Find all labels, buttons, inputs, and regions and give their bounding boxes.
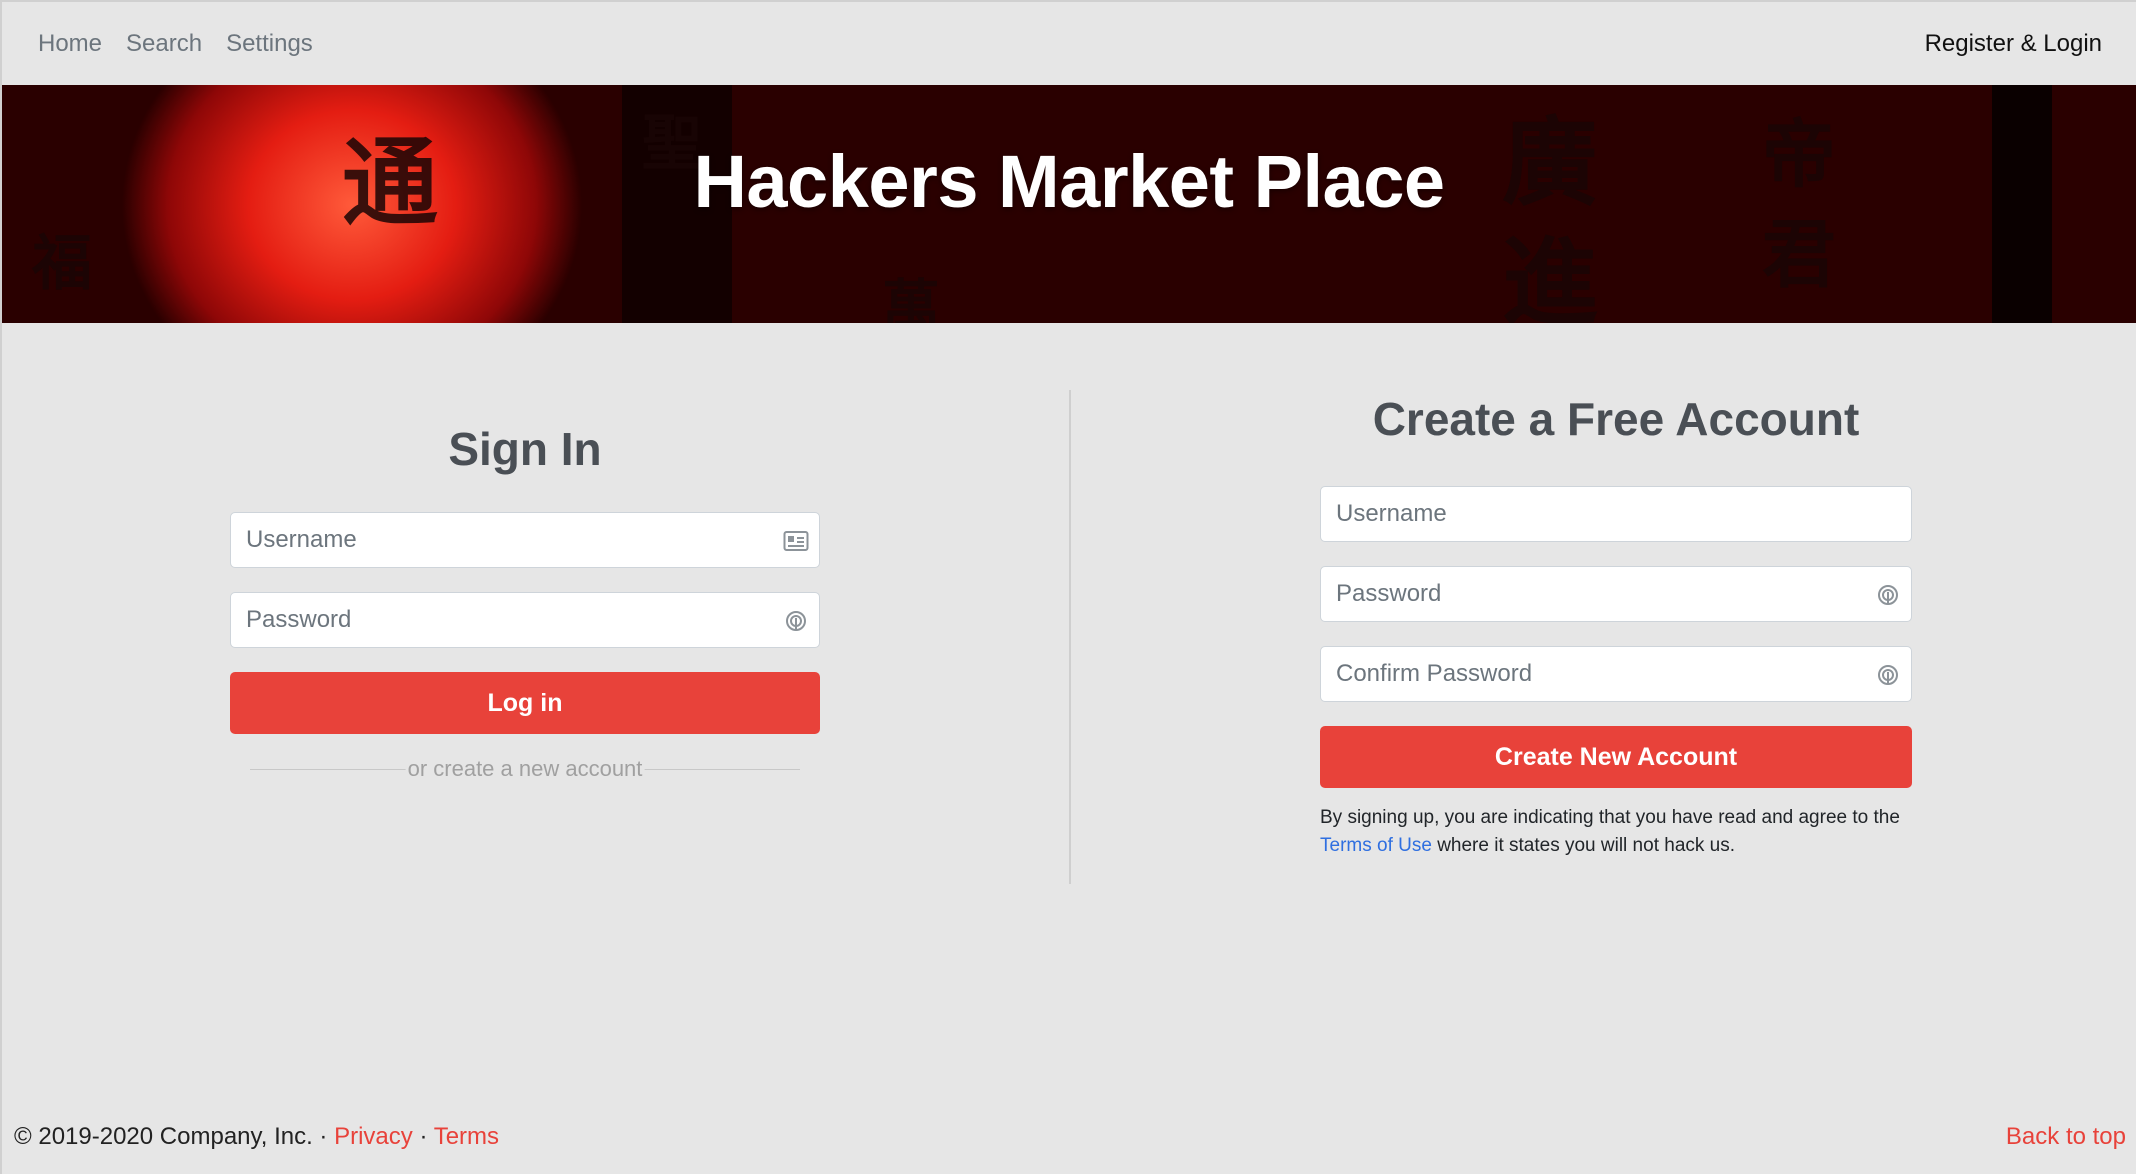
nav-home-link[interactable]: Home: [38, 30, 102, 58]
signup-password-field: [1320, 566, 1912, 622]
terms-prefix: By signing up, you are indicating that y…: [1320, 807, 1900, 828]
hero-banner: 通 廣 進 帝 君 聖 萬 福 Hackers Market Place: [2, 85, 2136, 323]
lantern-glyph: 福: [32, 229, 92, 299]
signup-username-input[interactable]: [1321, 487, 1911, 541]
column-divider: [1069, 390, 1071, 884]
fingerprint-icon: [1878, 665, 1898, 685]
signin-username-input[interactable]: [231, 513, 819, 567]
signup-confirm-password-field: [1320, 646, 1912, 702]
back-to-top-link[interactable]: Back to top: [2006, 1123, 2126, 1151]
register-login-link[interactable]: Register & Login: [1925, 30, 2102, 58]
nav-links: Home Search Settings: [38, 30, 313, 58]
signup-password-input[interactable]: [1321, 567, 1911, 621]
nav-search-link[interactable]: Search: [126, 30, 202, 58]
signin-password-field: [230, 592, 820, 648]
fingerprint-icon: [1878, 585, 1898, 605]
nav-settings-link[interactable]: Settings: [226, 30, 313, 58]
terms-suffix: where it states you will not hack us.: [1437, 835, 1736, 856]
signin-password-input[interactable]: [231, 593, 819, 647]
terms-of-use-link[interactable]: Terms of Use: [1320, 835, 1432, 856]
terms-note: By signing up, you are indicating that y…: [1320, 804, 1912, 860]
signup-username-field: [1320, 486, 1912, 542]
footer-separator: ·: [419, 1123, 428, 1150]
signup-confirm-password-input[interactable]: [1321, 647, 1911, 701]
footer: © 2019-2020 Company, Inc. · Privacy · Te…: [14, 1120, 2126, 1154]
site-title: Hackers Market Place: [693, 140, 1445, 223]
fingerprint-icon: [786, 611, 806, 631]
signin-username-field: [230, 512, 820, 568]
id-card-icon: [783, 531, 809, 551]
signup-section: Create a Free Account Create New Account…: [1320, 392, 1912, 860]
top-navbar: Home Search Settings Register & Login: [2, 2, 2136, 85]
footer-separator: ·: [319, 1123, 328, 1150]
privacy-link[interactable]: Privacy: [334, 1123, 413, 1150]
create-account-link[interactable]: or create a new account: [405, 756, 645, 782]
footer-left: © 2019-2020 Company, Inc. · Privacy · Te…: [14, 1123, 499, 1151]
copyright-text: © 2019-2020 Company, Inc.: [14, 1123, 313, 1150]
lantern-glyph: 萬: [882, 273, 941, 323]
signup-heading: Create a Free Account: [1372, 393, 1860, 445]
create-account-button[interactable]: Create New Account: [1320, 726, 1912, 788]
create-account-divider: or create a new account: [250, 756, 800, 782]
signin-section: Sign In Log in or create a new account: [230, 422, 820, 782]
page: Home Search Settings Register & Login 通 …: [0, 0, 2136, 1174]
login-button[interactable]: Log in: [230, 672, 820, 734]
signin-heading: Sign In: [448, 423, 602, 475]
terms-link[interactable]: Terms: [434, 1123, 499, 1150]
